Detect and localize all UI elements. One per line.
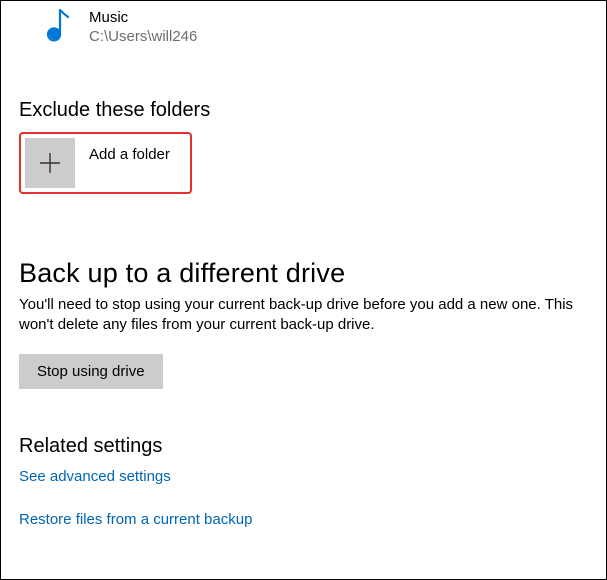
exclude-folders-heading: Exclude these folders [19, 99, 588, 122]
add-folder-button[interactable]: Add a folder [19, 132, 192, 194]
related-settings-heading: Related settings [19, 435, 588, 458]
restore-files-link[interactable]: Restore files from a current backup [19, 511, 588, 528]
music-icon [33, 5, 77, 49]
backup-heading: Back up to a different drive [19, 258, 588, 289]
folder-path: C:\Users\will246 [89, 27, 197, 47]
stop-using-drive-button[interactable]: Stop using drive [19, 354, 163, 389]
see-advanced-settings-link[interactable]: See advanced settings [19, 468, 588, 485]
add-folder-label: Add a folder [89, 146, 170, 181]
plus-icon [25, 138, 75, 188]
folder-name: Music [89, 8, 197, 28]
backup-body-text: You'll need to stop using your current b… [19, 295, 584, 336]
folder-item-music[interactable]: Music C:\Users\will246 [19, 5, 588, 55]
